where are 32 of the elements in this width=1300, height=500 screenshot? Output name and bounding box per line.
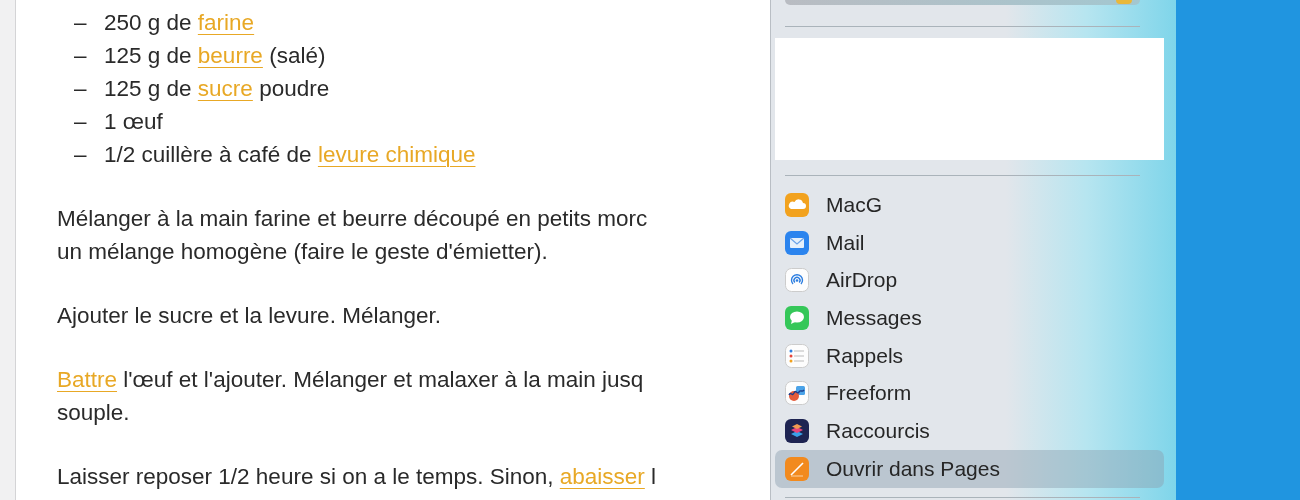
- menu-item[interactable]: Rappels: [775, 336, 1164, 375]
- dash-marker: –: [74, 9, 88, 36]
- envelope-icon: [785, 230, 809, 255]
- pencil-icon: [785, 456, 809, 481]
- menu-item[interactable]: Freeform: [775, 374, 1164, 413]
- dash-marker: –: [74, 141, 88, 168]
- layers-icon: [785, 418, 809, 443]
- chat-bubble-icon: [785, 305, 809, 330]
- menu-item[interactable]: Raccourcis: [775, 412, 1164, 450]
- menu-item[interactable]: MacG: [775, 186, 1164, 224]
- scribble-icon: [785, 381, 809, 406]
- paragraph-line: Battre l'œuf et l'ajouter. Mélanger et malaxer à la main jusq: [57, 366, 644, 393]
- ingredient-line: 1/2 cuillère à café de levure chimique: [104, 141, 476, 168]
- ingredient-line: 250 g de farine: [104, 9, 255, 36]
- menu-item[interactable]: Messages: [775, 299, 1164, 337]
- dash-marker: –: [74, 42, 88, 69]
- menu-item[interactable]: Ouvrir dans Pages: [775, 449, 1164, 488]
- paragraph-line: souple.: [57, 399, 130, 426]
- ingredient-line: 125 g de beurre (salé): [104, 42, 326, 69]
- ingredient-line: 1 œuf: [104, 108, 163, 135]
- paragraph-line: un mélange homogène (faire le geste d'émietter).: [57, 238, 548, 265]
- paragraph-line: Laisser reposer 1/2 heure si on a le temps. Sinon, abaisser l: [57, 463, 657, 490]
- ingredient-line: 125 g de sucre poudre: [104, 75, 330, 102]
- airdrop-icon: [785, 268, 809, 293]
- menu-item[interactable]: AirDrop: [775, 261, 1164, 300]
- menu-item[interactable]: Mail: [775, 223, 1164, 262]
- cloud-icon: [785, 192, 809, 217]
- list-icon: [785, 343, 809, 368]
- dash-marker: –: [74, 108, 88, 135]
- paragraph-line: Mélanger à la main farine et beurre découpé en petits morc: [57, 205, 648, 232]
- paragraph-line: Ajouter le sucre et la levure. Mélanger.: [57, 302, 441, 329]
- dash-marker: –: [74, 75, 88, 102]
